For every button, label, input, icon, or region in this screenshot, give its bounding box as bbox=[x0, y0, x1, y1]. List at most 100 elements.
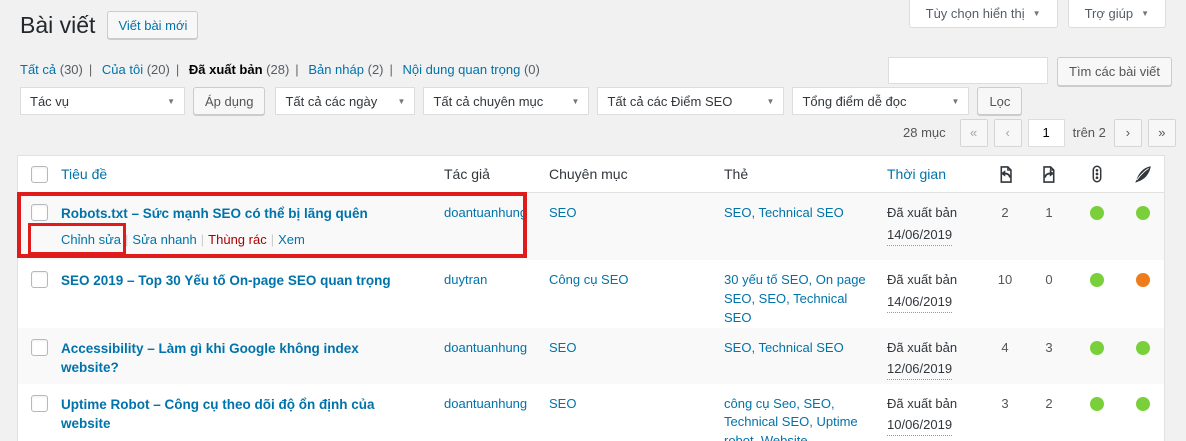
select-arrow-icon: ▼ bbox=[167, 97, 175, 106]
separator: | bbox=[125, 232, 128, 247]
incoming-links-count: 2 bbox=[983, 193, 1027, 260]
filter-cornerstone-link[interactable]: Nội dung quan trọng (0) bbox=[403, 62, 540, 77]
tags-link[interactable]: công cụ Seo, SEO, Technical SEO, Uptime … bbox=[724, 396, 858, 441]
category-link[interactable]: Công cụ SEO bbox=[549, 272, 629, 287]
seo-score-dot bbox=[1090, 206, 1104, 220]
category-filter-select[interactable]: Tất cả chuyên mục ▼ bbox=[423, 87, 589, 115]
separator: | bbox=[295, 62, 298, 77]
row-actions: Chỉnh sửa | Sửa nhanh | Thùng rác | Xem bbox=[61, 231, 444, 250]
author-link[interactable]: duytran bbox=[444, 272, 487, 287]
separator: | bbox=[390, 62, 393, 77]
trash-action-link[interactable]: Thùng rác bbox=[208, 232, 267, 247]
bulk-actions-select[interactable]: Tác vụ ▼ bbox=[20, 87, 185, 115]
date-filter-select[interactable]: Tất cả các ngày ▼ bbox=[275, 87, 415, 115]
outgoing-links-icon bbox=[1027, 164, 1071, 185]
separator: | bbox=[89, 62, 92, 77]
author-link[interactable]: doantuanhung bbox=[444, 396, 527, 411]
seo-score-filter-select[interactable]: Tất cả các Điểm SEO ▼ bbox=[597, 87, 784, 115]
post-title-link[interactable]: Robots.txt – Sức mạnh SEO có thể bị lãng… bbox=[61, 204, 398, 224]
separator: | bbox=[271, 232, 274, 247]
separator: | bbox=[201, 232, 204, 247]
help-label: Trợ giúp bbox=[1085, 6, 1134, 21]
outgoing-links-count: 1 bbox=[1027, 193, 1071, 260]
title-row: Bài viết Viết bài mới bbox=[20, 10, 198, 40]
current-page-input[interactable] bbox=[1028, 119, 1065, 147]
total-pages-label: trên 2 bbox=[1073, 125, 1106, 140]
post-title-link[interactable]: Uptime Robot – Công cụ theo dõi độ ổn đị… bbox=[61, 395, 444, 434]
edit-action-link[interactable]: Chỉnh sửa bbox=[61, 232, 121, 247]
readability-score-icon bbox=[1122, 164, 1164, 184]
search-posts-button[interactable]: Tìm các bài viết bbox=[1057, 57, 1172, 86]
table-header-row: Tiêu đề Tác giả Chuyên mục Thẻ Thời gian bbox=[18, 156, 1164, 193]
readability-filter-select[interactable]: Tổng điểm dễ đọc ▼ bbox=[792, 87, 969, 115]
row-checkbox[interactable] bbox=[31, 339, 48, 356]
filter-button[interactable]: Lọc bbox=[977, 87, 1022, 115]
select-arrow-icon: ▼ bbox=[572, 97, 580, 106]
post-row: Accessibility – Làm gì khi Google không … bbox=[18, 328, 1164, 384]
readability-score-dot bbox=[1136, 397, 1150, 411]
incoming-links-icon bbox=[983, 164, 1027, 185]
incoming-links-count: 4 bbox=[983, 328, 1027, 384]
items-count: 28 mục bbox=[903, 125, 946, 140]
help-button[interactable]: Trợ giúp ▼ bbox=[1068, 0, 1166, 28]
post-title-link[interactable]: Accessibility – Làm gì khi Google không … bbox=[61, 339, 444, 378]
last-page-button[interactable]: » bbox=[1148, 119, 1176, 147]
post-date: 14/06/2019 bbox=[887, 226, 952, 246]
posts-table: Tiêu đề Tác giả Chuyên mục Thẻ Thời gian… bbox=[17, 155, 1165, 441]
category-link[interactable]: SEO bbox=[549, 205, 576, 220]
post-title-link[interactable]: SEO 2019 – Top 30 Yếu tố On-page SEO qua… bbox=[61, 271, 421, 291]
column-header-author: Tác giả bbox=[444, 166, 549, 182]
filter-mine-link[interactable]: Của tôi (20) bbox=[102, 62, 170, 77]
post-status: Đã xuất bản bbox=[887, 271, 983, 290]
outgoing-links-count: 0 bbox=[1027, 260, 1071, 328]
prev-page-button[interactable]: ‹ bbox=[994, 119, 1022, 147]
quick-edit-action-link[interactable]: Sửa nhanh bbox=[132, 232, 196, 247]
post-status: Đã xuất bản bbox=[887, 395, 983, 414]
posts-admin-page: Tùy chọn hiển thị ▼ Trợ giúp ▼ Bài viết … bbox=[0, 0, 1186, 441]
tags-link[interactable]: SEO, Technical SEO bbox=[724, 205, 844, 220]
row-checkbox[interactable] bbox=[31, 204, 48, 221]
seo-score-dot bbox=[1090, 341, 1104, 355]
screen-options-label: Tùy chọn hiển thị bbox=[926, 6, 1025, 21]
filter-all-link[interactable]: Tất cả (30) bbox=[20, 62, 83, 77]
category-link[interactable]: SEO bbox=[549, 340, 576, 355]
screen-meta: Tùy chọn hiển thị ▼ Trợ giúp ▼ bbox=[909, 0, 1166, 28]
select-all-checkbox[interactable] bbox=[31, 166, 48, 183]
tags-link[interactable]: SEO, Technical SEO bbox=[724, 340, 844, 355]
category-link[interactable]: SEO bbox=[549, 396, 576, 411]
seo-score-dot bbox=[1090, 397, 1104, 411]
outgoing-links-count: 2 bbox=[1027, 384, 1071, 441]
post-row: Uptime Robot – Công cụ theo dõi độ ổn đị… bbox=[18, 384, 1164, 441]
column-header-date[interactable]: Thời gian bbox=[887, 166, 983, 182]
filter-draft-link[interactable]: Bản nháp (2) bbox=[308, 62, 383, 77]
author-link[interactable]: doantuanhung bbox=[444, 340, 527, 355]
status-filter-links: Tất cả (30) | Của tôi (20) | Đã xuất bản (… bbox=[20, 62, 540, 77]
column-header-tags: Thẻ bbox=[724, 166, 887, 182]
row-checkbox[interactable] bbox=[31, 395, 48, 412]
chevron-down-icon: ▼ bbox=[1033, 9, 1041, 18]
post-status: Đã xuất bản bbox=[887, 204, 983, 223]
select-arrow-icon: ▼ bbox=[767, 97, 775, 106]
column-header-title[interactable]: Tiêu đề bbox=[61, 166, 444, 182]
search-input[interactable] bbox=[888, 57, 1048, 84]
page-title: Bài viết bbox=[20, 10, 95, 40]
first-page-button[interactable]: « bbox=[960, 119, 988, 147]
incoming-links-count: 3 bbox=[983, 384, 1027, 441]
pagination: 28 mục « ‹ trên 2 › » bbox=[903, 118, 1176, 147]
apply-button[interactable]: Áp dụng bbox=[193, 87, 265, 115]
view-action-link[interactable]: Xem bbox=[278, 232, 305, 247]
post-row: SEO 2019 – Top 30 Yếu tố On-page SEO qua… bbox=[18, 260, 1164, 328]
chevron-down-icon: ▼ bbox=[1141, 9, 1149, 18]
filter-published-link[interactable]: Đã xuất bản (28) bbox=[189, 62, 289, 77]
row-checkbox[interactable] bbox=[31, 271, 48, 288]
post-status: Đã xuất bản bbox=[887, 339, 983, 358]
post-row: Robots.txt – Sức mạnh SEO có thể bị lãng… bbox=[18, 193, 1164, 260]
select-arrow-icon: ▼ bbox=[398, 97, 406, 106]
post-date: 14/06/2019 bbox=[887, 293, 952, 313]
add-new-post-button[interactable]: Viết bài mới bbox=[107, 11, 198, 39]
separator: | bbox=[176, 62, 179, 77]
next-page-button[interactable]: › bbox=[1114, 119, 1142, 147]
author-link[interactable]: doantuanhung bbox=[444, 205, 527, 220]
tags-link[interactable]: 30 yếu tố SEO, On page SEO, SEO, Technic… bbox=[724, 272, 866, 325]
screen-options-button[interactable]: Tùy chọn hiển thị ▼ bbox=[909, 0, 1058, 28]
